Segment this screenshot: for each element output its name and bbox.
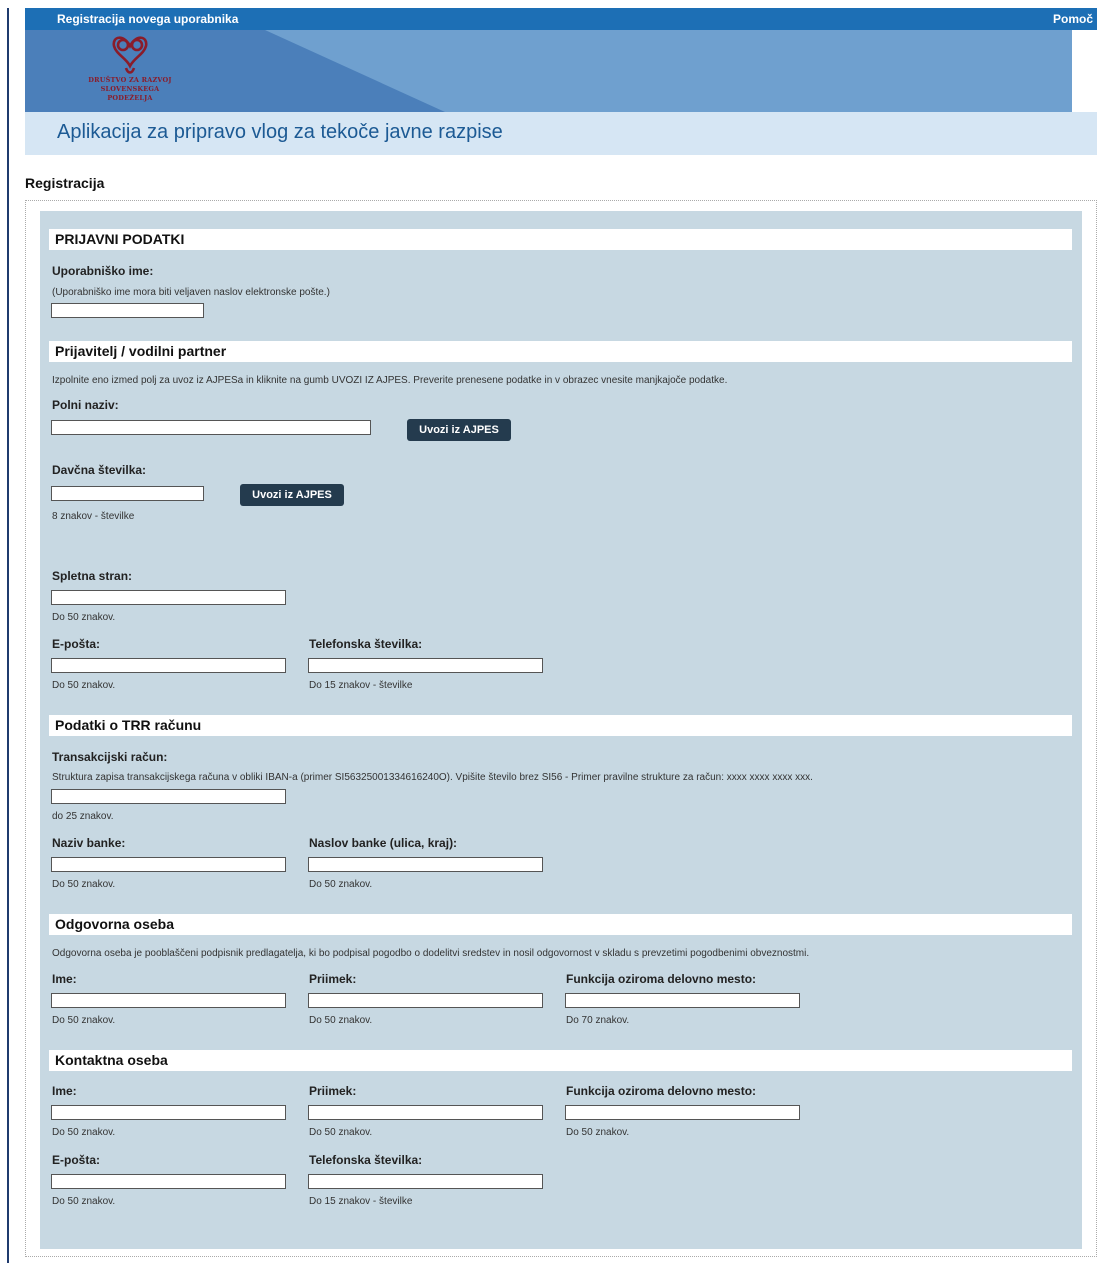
website-hint: Do 50 znakov. (52, 612, 116, 623)
applicant-phone-label: Telefonska številka: (309, 637, 423, 651)
contact-role-input[interactable] (565, 1105, 800, 1120)
import-ajpes-button-tax[interactable]: Uvozi iz AJPES (240, 484, 344, 506)
tax-number-input[interactable] (51, 486, 204, 501)
full-name-label: Polni naziv: (52, 398, 119, 412)
username-label: Uporabniško ime: (52, 264, 154, 278)
org-name-line2: SLOVENSKEGA PODEŽELJA (100, 85, 160, 102)
username-hint: (Uporabniško ime mora biti veljaven nasl… (52, 287, 330, 298)
bank-name-input[interactable] (51, 857, 286, 872)
contact-email-hint: Do 50 znakov. (52, 1196, 116, 1207)
responsible-last-name-input[interactable] (308, 993, 543, 1008)
applicant-intro: Izpolnite eno izmed polj za uvoz iz AJPE… (52, 375, 728, 386)
contact-email-input[interactable] (51, 1174, 286, 1189)
responsible-intro: Odgovorna oseba je pooblaščeni podpisnik… (52, 948, 810, 959)
topbar-title: Registracija novega uporabnika (57, 12, 239, 26)
username-input[interactable] (51, 303, 204, 318)
contact-phone-hint: Do 15 znakov - številke (309, 1196, 413, 1207)
website-input[interactable] (51, 590, 286, 605)
responsible-last-name-hint: Do 50 znakov. (309, 1015, 373, 1026)
contact-role-label: Funkcija oziroma delovno mesto: (566, 1084, 757, 1098)
page-title: Registracija (25, 175, 105, 191)
contact-first-name-hint: Do 50 znakov. (52, 1127, 116, 1138)
account-description: Struktura zapisa transakcijskega računa … (52, 772, 813, 783)
applicant-email-hint: Do 50 znakov. (52, 680, 116, 691)
account-hint: do 25 znakov. (52, 811, 114, 822)
tax-number-hint: 8 znakov - številke (52, 511, 135, 522)
applicant-phone-input[interactable] (308, 658, 543, 673)
section-contact-person: Kontaktna oseba (49, 1050, 1072, 1071)
top-bar: Registracija novega uporabnika Pomoč (25, 8, 1097, 30)
website-label: Spletna stran: (52, 569, 133, 583)
contact-first-name-input[interactable] (51, 1105, 286, 1120)
applicant-email-input[interactable] (51, 658, 286, 673)
left-border (7, 8, 9, 1263)
account-label: Transakcijski račun: (52, 750, 168, 764)
bank-address-input[interactable] (308, 857, 543, 872)
account-input[interactable] (51, 789, 286, 804)
section-login-data: PRIJAVNI PODATKI (49, 229, 1072, 250)
contact-last-name-label: Priimek: (309, 1084, 357, 1098)
bank-name-hint: Do 50 znakov. (52, 879, 116, 890)
section-applicant: Prijavitelj / vodilni partner (49, 341, 1072, 362)
responsible-first-name-hint: Do 50 znakov. (52, 1015, 116, 1026)
import-ajpes-button-name[interactable]: Uvozi iz AJPES (407, 419, 511, 441)
contact-role-hint: Do 50 znakov. (566, 1127, 630, 1138)
responsible-last-name-label: Priimek: (309, 972, 357, 986)
bank-address-label: Naslov banke (ulica, kraj): (309, 836, 458, 850)
responsible-first-name-label: Ime: (52, 972, 77, 986)
applicant-phone-hint: Do 15 znakov - številke (309, 680, 413, 691)
contact-first-name-label: Ime: (52, 1084, 77, 1098)
app-title: Aplikacija za pripravo vlog za tekoče ja… (57, 121, 503, 143)
full-name-input[interactable] (51, 420, 371, 435)
applicant-email-label: E-pošta: (52, 637, 100, 651)
contact-email-label: E-pošta: (52, 1153, 100, 1167)
contact-phone-input[interactable] (308, 1174, 543, 1189)
responsible-first-name-input[interactable] (51, 993, 286, 1008)
responsible-role-input[interactable] (565, 993, 800, 1008)
section-responsible-person: Odgovorna oseba (49, 914, 1072, 935)
header-banner: DRUŠTVO ZA RAZVOJ SLOVENSKEGA PODEŽELJA (25, 30, 1072, 112)
contact-last-name-input[interactable] (308, 1105, 543, 1120)
org-name-line1: DRUŠTVO ZA RAZVOJ (88, 76, 172, 84)
responsible-role-hint: Do 70 znakov. (566, 1015, 630, 1026)
organization-logo: DRUŠTVO ZA RAZVOJ SLOVENSKEGA PODEŽELJA (85, 32, 175, 110)
app-title-bar: Aplikacija za pripravo vlog za tekoče ja… (25, 112, 1097, 155)
contact-last-name-hint: Do 50 znakov. (309, 1127, 373, 1138)
heart-knot-icon (112, 36, 148, 74)
section-bank-account: Podatki o TRR računu (49, 715, 1072, 736)
help-link[interactable]: Pomoč (1053, 12, 1093, 26)
contact-phone-label: Telefonska številka: (309, 1153, 423, 1167)
bank-name-label: Naziv banke: (52, 836, 126, 850)
bank-address-hint: Do 50 znakov. (309, 879, 373, 890)
tax-number-label: Davčna številka: (52, 463, 147, 477)
responsible-role-label: Funkcija oziroma delovno mesto: (566, 972, 757, 986)
